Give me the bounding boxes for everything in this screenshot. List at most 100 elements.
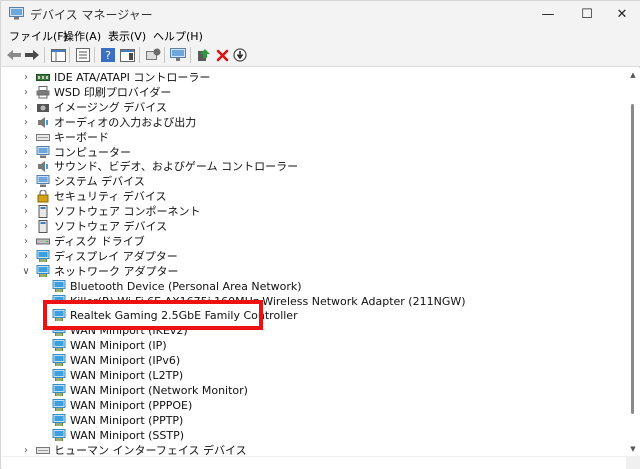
update-driver-button[interactable]: [144, 46, 162, 64]
network-adapter-item[interactable]: WAN Miniport (PPPOE): [2, 398, 626, 413]
chevron-right-icon[interactable]: ›: [20, 85, 32, 100]
close-button[interactable]: ✕: [604, 1, 640, 27]
chevron-right-icon[interactable]: ›: [20, 130, 32, 145]
maximize-icon: ☐: [581, 6, 593, 22]
menu-action[interactable]: 操作(A): [63, 28, 101, 44]
tree-category[interactable]: › キーボード: [2, 130, 626, 145]
chevron-right-icon[interactable]: ›: [20, 100, 32, 115]
tree-category-label: ディスプレイ アダプター: [54, 249, 178, 263]
tree-category-label: システム デバイス: [54, 175, 145, 189]
network-adapter-label: WAN Miniport (IP): [70, 339, 167, 353]
chevron-right-icon[interactable]: ›: [20, 70, 32, 85]
menu-bar: ファイル(F) 操作(A) 表示(V) ヘルプ(H): [1, 27, 640, 43]
forward-icon: [25, 50, 39, 60]
tree-category-label: サウンド、ビデオ、およびゲーム コントローラー: [54, 160, 299, 174]
menu-view[interactable]: 表示(V): [108, 28, 146, 44]
scrollbar-thumb[interactable]: [631, 104, 634, 414]
tree-category[interactable]: › ソフトウェア デバイス: [2, 219, 626, 234]
sound-icon: [36, 160, 50, 173]
enable-device-button[interactable]: [195, 46, 213, 64]
tree-category[interactable]: › オーディオの入力および出力: [2, 115, 626, 130]
tree-category[interactable]: › ヒューマン インターフェイス デバイス: [2, 443, 626, 457]
network-adapter-icon: [52, 383, 66, 397]
device-tree[interactable]: › IDE ATA/ATAPI コントローラー › WSD 印刷プロバイダー › イメージ…: [2, 68, 626, 456]
network-adapter-item[interactable]: WAN Miniport (IP): [2, 338, 626, 353]
properties-button[interactable]: [74, 46, 92, 64]
tree-category-label: ソフトウェア デバイス: [54, 220, 168, 233]
disk-drive-icon: [36, 235, 50, 248]
window-title: デバイス マネージャー: [30, 8, 153, 22]
chevron-right-icon[interactable]: ›: [20, 174, 32, 189]
tree-category[interactable]: › イメージング デバイス: [2, 100, 626, 115]
tree-category-label: オーディオの入力および出力: [54, 115, 197, 129]
help-button[interactable]: ?: [99, 46, 117, 64]
speaker-icon: [36, 116, 50, 129]
camera-icon: [36, 101, 50, 114]
vertical-scrollbar[interactable]: ▲ ▼: [626, 68, 640, 456]
network-adapter-item[interactable]: Bluetooth Device (Personal Area Network): [2, 279, 626, 294]
network-adapter-icon: [52, 413, 66, 427]
title-bar[interactable]: デバイス マネージャー — ☐ ✕: [1, 1, 640, 27]
software-component-icon: [36, 205, 50, 219]
network-adapter-icon: [52, 339, 66, 352]
network-adapter-item[interactable]: WAN Miniport (IPv6): [2, 353, 626, 368]
tree-category[interactable]: ∨ ネットワーク アダプター: [2, 264, 626, 279]
display-adapter-icon: [36, 249, 50, 263]
menu-file[interactable]: ファイル(F): [9, 28, 68, 44]
scroll-up-icon[interactable]: ▲: [628, 70, 638, 80]
minimize-icon: —: [541, 6, 555, 22]
network-adapter-label: WAN Miniport (IPv6): [70, 354, 181, 368]
software-device-icon: [36, 220, 50, 233]
network-adapter-label: WAN Miniport (SSTP): [70, 428, 185, 442]
forward-button[interactable]: [23, 46, 41, 64]
network-adapter-icon: [52, 279, 66, 293]
chevron-right-icon[interactable]: ›: [20, 219, 32, 234]
uninstall-device-button[interactable]: [213, 46, 231, 64]
tree-category[interactable]: › システム デバイス: [2, 174, 626, 189]
chevron-right-icon[interactable]: ›: [20, 115, 32, 130]
tree-category[interactable]: › WSD 印刷プロバイダー: [2, 85, 626, 100]
highlight-box: [43, 300, 263, 331]
system-device-icon: [36, 175, 50, 188]
back-button[interactable]: [5, 46, 23, 64]
chevron-right-icon[interactable]: ›: [20, 204, 32, 219]
tree-category[interactable]: › サウンド、ビデオ、およびゲーム コントローラー: [2, 159, 626, 174]
chevron-down-icon[interactable]: ∨: [20, 264, 32, 279]
tree-category[interactable]: › IDE ATA/ATAPI コントローラー: [2, 70, 626, 85]
chevron-right-icon[interactable]: ›: [20, 443, 32, 457]
network-adapter-item[interactable]: WAN Miniport (PPTP): [2, 413, 626, 428]
network-adapter-item[interactable]: WAN Miniport (Network Monitor): [2, 383, 626, 398]
scan-hardware-button[interactable]: [169, 46, 187, 64]
console-tree-icon: [50, 48, 66, 62]
keyboard-icon: [36, 131, 50, 144]
network-adapter-item[interactable]: WAN Miniport (SSTP): [2, 428, 626, 443]
toolbar-separator: [44, 47, 45, 63]
console-tree-button[interactable]: [49, 46, 67, 64]
tree-category[interactable]: › ディスク ドライブ: [2, 234, 626, 249]
tree-category[interactable]: › コンピューター: [2, 145, 626, 160]
tree-category[interactable]: › セキュリティ デバイス: [2, 189, 626, 204]
uninstall-icon: [216, 49, 228, 61]
toolbar-separator: [190, 47, 191, 63]
chevron-right-icon[interactable]: ›: [20, 189, 32, 204]
back-icon: [7, 50, 21, 60]
disable-device-button[interactable]: [231, 46, 249, 64]
network-adapter-item[interactable]: WAN Miniport (L2TP): [2, 368, 626, 383]
tree-category-label: イメージング デバイス: [54, 100, 167, 114]
tree-category-label: ネットワーク アダプター: [54, 264, 179, 278]
chevron-right-icon[interactable]: ›: [20, 159, 32, 174]
tree-category[interactable]: › ソフトウェア コンポーネント: [2, 204, 626, 219]
horizontal-scrollbar[interactable]: [2, 456, 626, 469]
chevron-right-icon[interactable]: ›: [20, 145, 32, 160]
device-manager-app-icon: [9, 7, 24, 20]
device-manager-window: デバイス マネージャー — ☐ ✕ ファイル(F) 操作(A) 表示(V) ヘル…: [0, 0, 640, 469]
hid-icon: [36, 444, 50, 457]
chevron-right-icon[interactable]: ›: [20, 234, 32, 249]
scroll-down-icon[interactable]: ▼: [628, 444, 638, 454]
menu-help[interactable]: ヘルプ(H): [153, 28, 203, 44]
toolbar-separator: [94, 47, 95, 63]
chevron-right-icon[interactable]: ›: [20, 249, 32, 264]
action-pane-button[interactable]: [118, 46, 136, 64]
tree-category[interactable]: › ディスプレイ アダプター: [2, 249, 626, 264]
toolbar-separator: [164, 47, 165, 63]
